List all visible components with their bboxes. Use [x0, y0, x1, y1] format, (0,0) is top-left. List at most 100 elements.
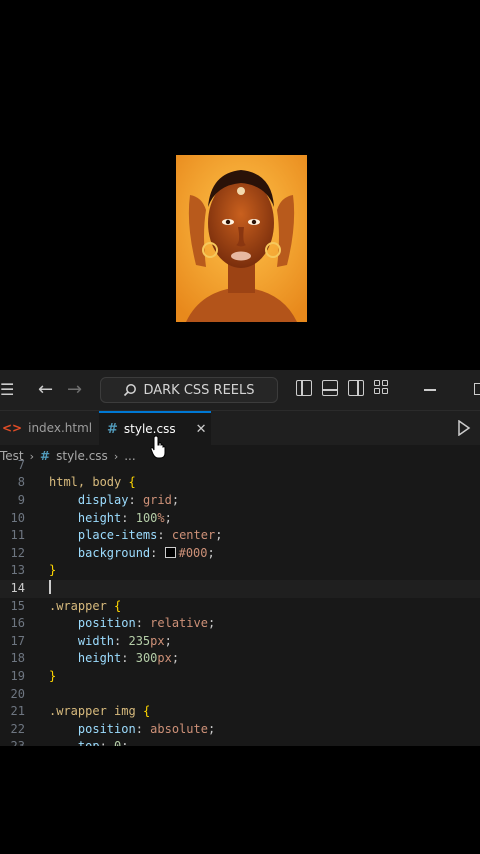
css-property: display: [77, 492, 129, 507]
maximize-window-icon[interactable]: [474, 383, 480, 395]
semicolon: ;: [207, 616, 216, 631]
line-number: 10: [10, 510, 25, 525]
editor-tab-bar: <> index.html # style.css ✕: [0, 411, 480, 446]
code-line[interactable]: 9 display: grid;: [0, 492, 480, 510]
line-number: 18: [10, 651, 25, 666]
toggle-secondary-sidebar-icon[interactable]: [348, 380, 364, 396]
command-center-search[interactable]: DARK CSS REELS: [100, 377, 278, 403]
code-line[interactable]: 16 position: relative;: [0, 615, 480, 633]
tab-index-html[interactable]: <> index.html: [0, 411, 98, 445]
minimize-window-icon[interactable]: [424, 389, 436, 391]
css-unit: px: [150, 633, 165, 648]
open-brace: {: [128, 475, 136, 490]
line-text: html, body {: [49, 474, 136, 492]
forward-arrow-icon[interactable]: →: [67, 370, 82, 410]
back-arrow-icon[interactable]: ←: [38, 370, 53, 410]
line-number: 21: [10, 704, 25, 719]
search-label: DARK CSS REELS: [143, 382, 255, 398]
menu-icon[interactable]: ☰: [0, 370, 14, 410]
line-number: 23: [0, 738, 25, 746]
colon: :: [128, 492, 143, 507]
code-line[interactable]: 8 html, body {: [0, 474, 480, 492]
code-line[interactable]: 11 place-items: center;: [0, 527, 480, 545]
close-tab-icon[interactable]: ✕: [196, 422, 207, 437]
css-unit: %: [157, 510, 165, 525]
line-number: 11: [10, 528, 25, 543]
semicolon: ;: [164, 510, 172, 525]
code-line[interactable]: 15 .wrapper {: [0, 598, 480, 616]
colon: :: [121, 651, 136, 666]
code-editor-window: ☰ ← → DARK CSS REELS <> index.html # sty…: [0, 370, 480, 746]
css-value: grid: [142, 492, 172, 507]
colon: :: [157, 528, 172, 543]
code-line[interactable]: 19}: [0, 668, 480, 686]
run-play-icon[interactable]: [457, 420, 471, 436]
css-unit: px: [157, 651, 172, 666]
code-line[interactable]: 17 width: 235px;: [0, 633, 480, 651]
line-text: position: absolute;: [49, 721, 215, 739]
code-line[interactable]: 10 height: 100%;: [0, 510, 480, 528]
code-line[interactable]: 23 top: 0;: [0, 738, 480, 746]
colon: :: [100, 739, 114, 746]
line-text: }: [49, 562, 56, 580]
line-text: height: 100%;: [49, 510, 172, 528]
css-property: place-items: [77, 528, 158, 543]
css-selector: html, body: [49, 475, 122, 490]
line-number: 16: [10, 616, 25, 631]
semicolon: ;: [207, 545, 215, 560]
colon: :: [150, 545, 165, 560]
semicolon: ;: [171, 492, 180, 507]
customize-layout-icon[interactable]: [374, 380, 390, 396]
line-number: 20: [10, 686, 25, 701]
code-line[interactable]: 7: [0, 457, 480, 475]
html-file-icon: <>: [2, 421, 23, 435]
semicolon: ;: [171, 651, 180, 666]
css-value: center: [171, 528, 216, 543]
code-line[interactable]: 20: [0, 686, 480, 704]
line-number: 7: [17, 457, 25, 472]
line-text: top: 0;: [49, 738, 129, 746]
css-property: width: [77, 633, 115, 648]
colon: :: [135, 721, 151, 736]
semicolon: ;: [207, 721, 216, 736]
code-line[interactable]: 14: [0, 579, 480, 598]
code-line[interactable]: 21 .wrapper img {: [0, 703, 480, 721]
code-line[interactable]: 12 background: #000;: [0, 545, 480, 563]
line-number: 22: [10, 721, 25, 736]
preview-portrait-image: [176, 155, 307, 322]
line-text: height: 300px;: [49, 650, 179, 668]
code-line[interactable]: 22 position: absolute;: [0, 721, 480, 739]
line-number: 13: [10, 563, 25, 578]
toggle-panel-icon[interactable]: [322, 380, 338, 396]
css-file-icon: #: [107, 421, 118, 437]
code-line[interactable]: 18 height: 300px;: [0, 650, 480, 668]
css-number: 100: [135, 510, 158, 525]
line-text: position: relative;: [49, 615, 215, 633]
code-line[interactable]: 13}: [0, 562, 480, 580]
css-property: position: [77, 721, 136, 736]
line-number: 17: [10, 633, 25, 648]
css-property: height: [77, 510, 122, 525]
tab-label: style.css: [123, 422, 176, 436]
line-number: 9: [17, 492, 25, 507]
css-property: background: [77, 545, 151, 560]
css-number: 300: [135, 651, 158, 666]
line-number: 19: [10, 668, 25, 683]
colon: :: [114, 633, 129, 648]
open-brace: {: [142, 704, 151, 719]
css-value: relative: [150, 616, 208, 631]
color-swatch[interactable]: [164, 546, 176, 558]
code-area[interactable]: 7 8 html, body {9 display: grid; 10 height:…: [0, 457, 480, 746]
line-text: [49, 579, 51, 598]
toggle-primary-sidebar-icon[interactable]: [296, 380, 312, 396]
css-value: #000: [178, 545, 208, 560]
semicolon: ;: [215, 528, 223, 543]
